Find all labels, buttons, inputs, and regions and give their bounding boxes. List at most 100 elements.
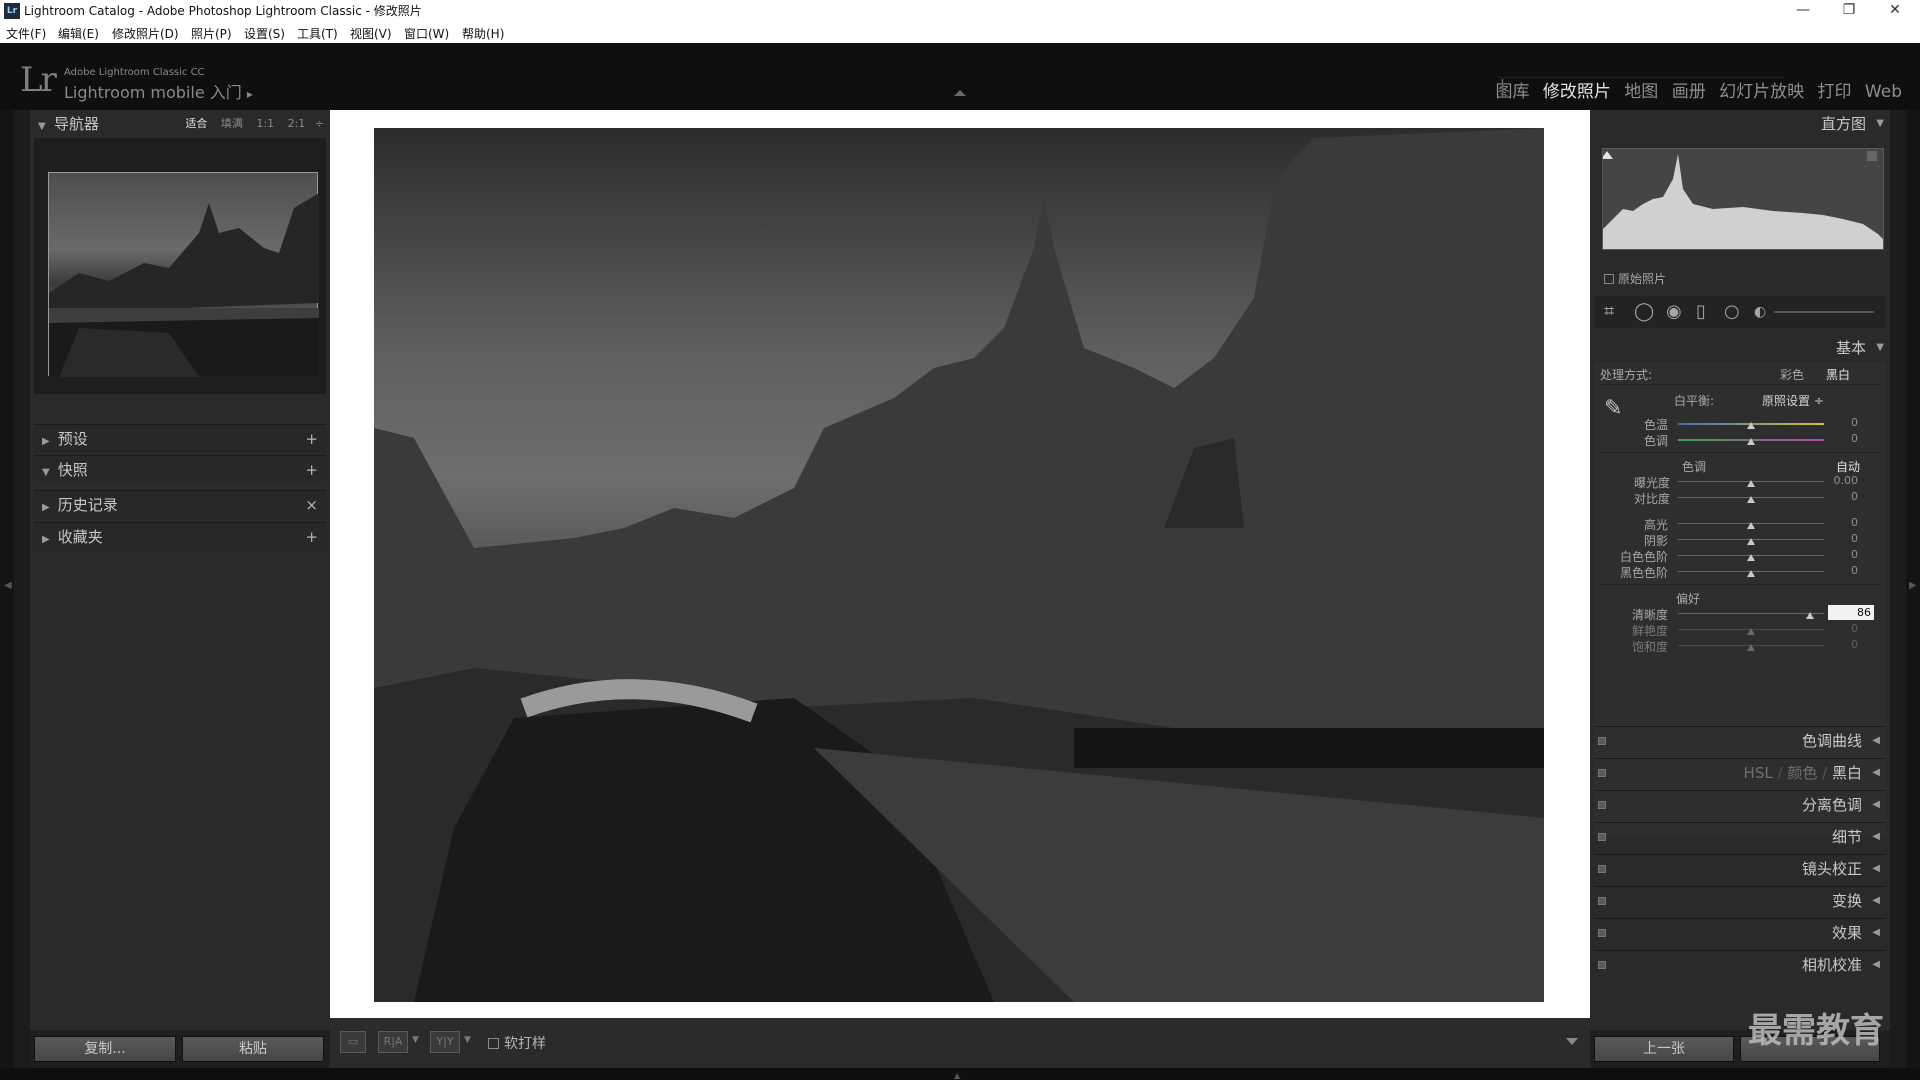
exposure-value[interactable]: 0.00 — [1828, 474, 1859, 487]
collections-section[interactable]: ▶ 收藏夹 + — [34, 522, 326, 550]
clarity-value-input[interactable]: 86 — [1828, 605, 1874, 620]
module-web[interactable]: Web — [1865, 82, 1902, 102]
close-button[interactable]: ✕ — [1872, 0, 1918, 22]
right-panel-toggle-icon[interactable]: ▶ — [1909, 580, 1917, 591]
module-book[interactable]: 画册 — [1672, 82, 1706, 102]
clarity-slider[interactable] — [1678, 613, 1824, 614]
detail-header[interactable]: 细节 ◀ — [1594, 822, 1886, 850]
chevron-down-icon[interactable]: ▼ — [412, 1035, 419, 1045]
main-photo[interactable] — [374, 128, 1544, 1002]
red-eye-icon[interactable]: ◉ — [1666, 302, 1682, 322]
treatment-color[interactable]: 彩色 — [1780, 366, 1804, 383]
soft-proof-checkbox[interactable]: 软打样 — [488, 1033, 546, 1053]
histogram[interactable] — [1601, 148, 1884, 250]
module-print[interactable]: 打印 — [1818, 82, 1852, 102]
previous-button[interactable]: 上一张 — [1594, 1036, 1734, 1062]
menu-window[interactable]: 窗口(W) — [404, 25, 449, 42]
zoom-1-1[interactable]: 1:1 — [256, 117, 274, 130]
contrast-value[interactable]: 0 — [1828, 490, 1858, 503]
basic-header[interactable]: 基本 ▼ — [1590, 334, 1890, 362]
transform-header[interactable]: 变换 ◀ — [1594, 886, 1886, 914]
lens-corrections-header[interactable]: 镜头校正 ◀ — [1594, 854, 1886, 882]
panel-switch-icon[interactable] — [1598, 833, 1606, 841]
whites-value[interactable]: 0 — [1828, 548, 1858, 561]
menu-photo[interactable]: 照片(P) — [191, 25, 232, 42]
copy-button[interactable]: 复制... — [34, 1036, 176, 1062]
add-snapshot-button[interactable]: + — [305, 456, 318, 484]
menu-file[interactable]: 文件(F) — [6, 25, 46, 42]
chevron-down-icon[interactable]: ▼ — [464, 1035, 471, 1045]
panel-switch-icon[interactable] — [1598, 737, 1606, 745]
module-map[interactable]: 地图 — [1624, 82, 1658, 102]
shadows-slider-thumb[interactable] — [1747, 538, 1755, 545]
tone-curve-header[interactable]: 色调曲线 ◀ — [1594, 726, 1886, 754]
highlights-value[interactable]: 0 — [1828, 516, 1858, 529]
highlights-slider-thumb[interactable] — [1747, 522, 1755, 529]
panel-switch-icon[interactable] — [1598, 801, 1606, 809]
shadows-value[interactable]: 0 — [1828, 532, 1858, 545]
photo-canvas[interactable] — [330, 110, 1590, 1018]
graduated-filter-icon[interactable]: ▯ — [1696, 302, 1706, 322]
menu-view[interactable]: 视图(V) — [350, 25, 392, 42]
before-after-ra-button[interactable]: R|A — [378, 1031, 408, 1053]
menu-settings[interactable]: 设置(S) — [244, 25, 285, 42]
navigator-thumbnail[interactable] — [48, 172, 319, 377]
split-toning-header[interactable]: 分离色调 ◀ — [1594, 790, 1886, 818]
history-section[interactable]: ▶ 历史记录 × — [34, 490, 326, 518]
add-preset-button[interactable]: + — [305, 425, 318, 453]
mobile-link[interactable]: Lightroom mobile 入门 ▸ — [64, 79, 253, 103]
panel-switch-icon[interactable] — [1598, 769, 1606, 777]
panel-switch-icon[interactable] — [1598, 929, 1606, 937]
treatment-bw[interactable]: 黑白 — [1826, 366, 1850, 383]
hsl-tab[interactable]: HSL — [1744, 764, 1773, 782]
panel-switch-icon[interactable] — [1598, 897, 1606, 905]
eyedropper-icon[interactable]: ✎ — [1604, 396, 1622, 421]
zoom-stepper-icon[interactable]: ÷ — [315, 117, 324, 130]
spot-removal-icon[interactable]: ◯ — [1634, 302, 1654, 322]
zoom-fill[interactable]: 填满 — [221, 117, 243, 130]
panel-switch-icon[interactable] — [1598, 865, 1606, 873]
restore-button[interactable]: ❐ — [1826, 0, 1872, 22]
add-collection-button[interactable]: + — [305, 523, 318, 551]
presets-section[interactable]: ▶ 预设 + — [34, 424, 326, 452]
minimize-button[interactable]: — — [1780, 0, 1826, 22]
module-slideshow[interactable]: 幻灯片放映 — [1719, 82, 1804, 102]
contrast-slider-thumb[interactable] — [1747, 496, 1755, 503]
radial-filter-icon[interactable]: ○ — [1724, 302, 1740, 322]
before-after-yy-button[interactable]: Y|Y — [430, 1031, 460, 1053]
clarity-slider-thumb[interactable] — [1806, 612, 1814, 619]
original-photo-checkbox[interactable]: 原始照片 — [1604, 270, 1666, 287]
panel-toggle-top-icon[interactable] — [954, 90, 966, 96]
module-develop[interactable]: 修改照片 — [1543, 82, 1611, 102]
menu-develop[interactable]: 修改照片(D) — [112, 25, 179, 42]
adjustment-brush-icon[interactable]: ◐ — [1754, 302, 1766, 322]
bw-tab[interactable]: 黑白 — [1832, 764, 1862, 782]
menu-tools[interactable]: 工具(T) — [297, 25, 338, 42]
navigator-header[interactable]: ▼ 导航器 — [38, 110, 99, 138]
loupe-view-button[interactable]: ▭ — [340, 1031, 366, 1053]
clear-history-button[interactable]: × — [305, 491, 318, 519]
temp-slider-thumb[interactable] — [1747, 422, 1755, 429]
filmstrip-toggle-bar[interactable]: ▲ — [0, 1068, 1920, 1080]
panel-switch-icon[interactable] — [1598, 961, 1606, 969]
whites-slider-thumb[interactable] — [1747, 554, 1755, 561]
menu-help[interactable]: 帮助(H) — [462, 25, 504, 42]
left-panel-toggle-icon[interactable]: ◀ — [4, 580, 12, 591]
zoom-fit[interactable]: 适合 — [185, 117, 207, 130]
exposure-slider-thumb[interactable] — [1747, 480, 1755, 487]
histogram-header[interactable]: 直方图 ▼ — [1590, 110, 1890, 138]
menu-edit[interactable]: 编辑(E) — [58, 25, 99, 42]
color-tab[interactable]: 颜色 — [1787, 764, 1817, 782]
calibration-header[interactable]: 相机校准 ◀ — [1594, 950, 1886, 978]
filmstrip-toggle-icon[interactable]: ▲ — [954, 1071, 960, 1080]
tool-slider[interactable] — [1774, 311, 1874, 313]
zoom-2-1[interactable]: 2:1 — [288, 117, 306, 130]
crop-icon[interactable]: ⌗ — [1604, 302, 1614, 322]
snapshots-section[interactable]: ▼ 快照 + — [34, 455, 326, 483]
toolbar-menu-icon[interactable] — [1566, 1038, 1578, 1045]
tint-value[interactable]: 0 — [1828, 432, 1858, 445]
auto-tone-button[interactable]: 自动 — [1836, 458, 1860, 475]
right-edge[interactable]: ▶ — [1906, 110, 1920, 1068]
left-edge[interactable]: ◀ — [0, 110, 14, 1068]
wb-select[interactable]: 原照设置 ÷ — [1762, 392, 1824, 409]
